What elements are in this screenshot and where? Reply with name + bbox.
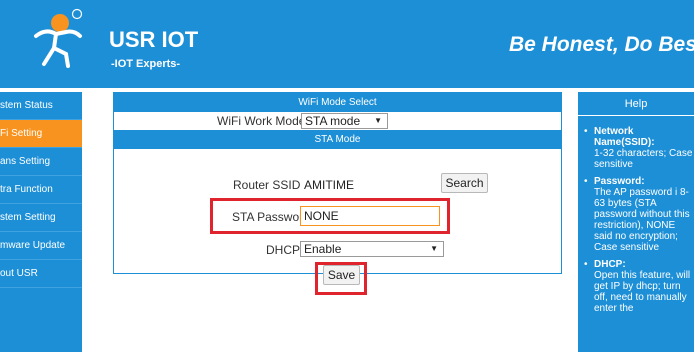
usr-logo-icon bbox=[34, 8, 83, 68]
help-term: Network Name(SSID): bbox=[594, 126, 655, 148]
sidebar-item-firmware-update[interactable]: mware Update bbox=[0, 232, 82, 260]
help-term: Password: bbox=[594, 176, 645, 187]
help-desc: 1-32 characters; Case sensitive bbox=[594, 148, 693, 170]
ssid-label: Router SSID: bbox=[233, 178, 304, 192]
dhcp-value: Enable bbox=[304, 242, 342, 256]
sidebar-item-trans-setting[interactable]: ans Setting bbox=[0, 148, 82, 176]
search-button[interactable]: Search bbox=[441, 173, 488, 193]
wifi-settings-panel: WiFi Mode Select WiFi Work Mode: STA mod… bbox=[113, 92, 562, 285]
brand-subtitle: -IOT Experts- bbox=[111, 58, 181, 70]
sidebar-item-system-setting[interactable]: stem Setting bbox=[0, 204, 82, 232]
sidebar-item-extra-function[interactable]: tra Function bbox=[0, 176, 82, 204]
help-item-dhcp: DHCP: Open this feature, will get IP by … bbox=[584, 259, 694, 314]
sta-mode-section-header: STA Mode bbox=[114, 130, 561, 149]
dropdown-arrow-icon: ▼ bbox=[374, 116, 382, 125]
help-panel: Help Network Name(SSID): 1-32 characters… bbox=[578, 92, 694, 352]
password-highlight-box bbox=[210, 198, 450, 234]
sidebar-nav: stem Status Fi Setting ans Setting tra F… bbox=[0, 92, 82, 352]
work-mode-value: STA mode bbox=[305, 114, 361, 128]
help-item-password: Password: The AP password i 8-63 bytes (… bbox=[584, 176, 694, 253]
brand-title: USR IOT bbox=[109, 27, 199, 52]
help-list: Network Name(SSID): 1-32 characters; Cas… bbox=[578, 116, 694, 314]
help-term: DHCP: bbox=[594, 259, 626, 270]
help-desc: Open this feature, will get IP by dhcp; … bbox=[594, 270, 691, 314]
sidebar-item-wifi-setting[interactable]: Fi Setting bbox=[0, 120, 82, 148]
save-highlight-box bbox=[315, 262, 367, 295]
slogan: Be Honest, Do Best! bbox=[509, 33, 694, 56]
sidebar-item-system-status[interactable]: stem Status bbox=[0, 92, 82, 120]
dropdown-arrow-icon: ▼ bbox=[430, 244, 438, 253]
header-banner: USR IOT -IOT Experts- Be Honest, Do Best… bbox=[0, 0, 694, 88]
work-mode-label: WiFi Work Mode: bbox=[217, 114, 309, 128]
help-desc: The AP password i 8-63 bytes (STA passwo… bbox=[594, 187, 690, 253]
sidebar-item-about-usr[interactable]: out USR bbox=[0, 260, 82, 288]
work-mode-select[interactable]: STA mode ▼ bbox=[301, 113, 388, 129]
ssid-input[interactable]: AMITIME bbox=[300, 175, 439, 195]
help-title: Help bbox=[578, 92, 694, 116]
wifi-mode-section-header: WiFi Mode Select bbox=[114, 93, 561, 112]
wifi-mode-row: WiFi Work Mode: STA mode ▼ bbox=[114, 112, 561, 130]
dhcp-select[interactable]: Enable ▼ bbox=[300, 241, 444, 257]
help-item-ssid: Network Name(SSID): 1-32 characters; Cas… bbox=[584, 126, 694, 170]
dhcp-label: DHCP: bbox=[266, 243, 304, 257]
